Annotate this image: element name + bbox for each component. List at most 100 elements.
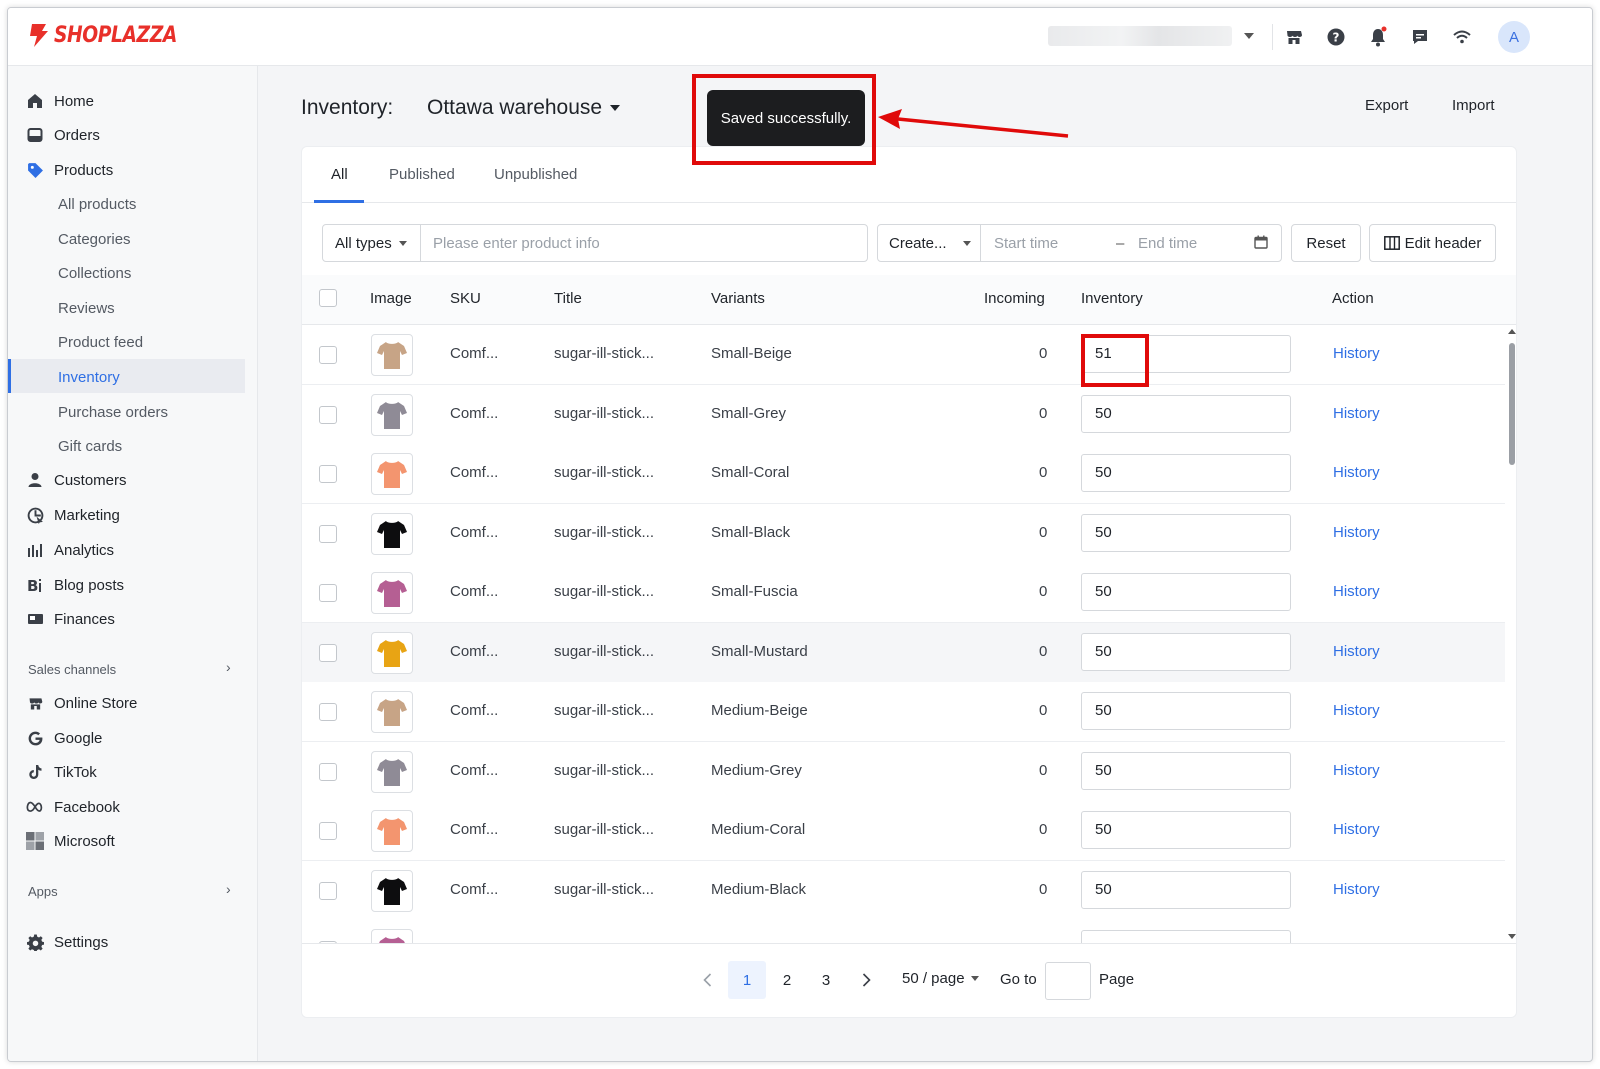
warehouse-selector[interactable]: Ottawa warehouse — [427, 96, 621, 120]
table-row[interactable]: Comf... sugar-ill-stick... Medium-Black 0 50… — [302, 860, 1505, 921]
sidebar-item-online-store[interactable]: Online Store — [26, 691, 137, 715]
product-thumbnail[interactable] — [371, 393, 413, 436]
calendar-icon[interactable] — [1254, 235, 1268, 253]
end-time-input[interactable]: End time — [1138, 235, 1197, 252]
row-checkbox[interactable] — [319, 643, 337, 662]
page-2-button[interactable]: 2 — [768, 961, 806, 999]
sidebar-subitem-reviews[interactable]: Reviews — [58, 296, 115, 320]
history-link[interactable]: History — [1333, 583, 1380, 600]
start-time-input[interactable]: Start time — [994, 235, 1058, 252]
title-cell[interactable]: sugar-ill-stick... — [554, 762, 654, 779]
date-field-select[interactable]: Create... — [877, 224, 981, 262]
title-cell[interactable]: sugar-ill-stick... — [554, 881, 654, 898]
history-link[interactable]: History — [1333, 821, 1380, 838]
avatar[interactable]: A — [1498, 21, 1530, 53]
table-row[interactable]: Comf... sugar-ill-stick... Medium-Beige 0 50… — [302, 682, 1505, 742]
history-link[interactable]: History — [1333, 702, 1380, 719]
reset-button[interactable]: Reset — [1291, 224, 1361, 262]
product-thumbnail[interactable] — [371, 691, 413, 733]
sidebar-subitem-categories[interactable]: Categories — [58, 227, 131, 251]
select-all-checkbox[interactable] — [319, 289, 337, 307]
sidebar-subitem-all-products[interactable]: All products — [58, 192, 136, 216]
sidebar-item-facebook[interactable]: Facebook — [26, 795, 120, 819]
sidebar-subitem-product-feed[interactable]: Product feed — [58, 330, 143, 354]
page-size-select[interactable]: 50 / page — [902, 970, 979, 987]
table-row[interactable]: Comf... sugar-ill-stick... Medium-Grey 0 50 H… — [302, 741, 1505, 802]
shoplazza-logo[interactable]: SHOPLAZZA — [28, 22, 199, 48]
scroll-down-icon[interactable] — [1508, 934, 1516, 939]
title-cell[interactable]: sugar-ill-stick... — [554, 524, 654, 541]
tab-all[interactable]: All — [331, 166, 348, 183]
product-thumbnail[interactable] — [371, 929, 413, 943]
product-thumbnail[interactable] — [371, 572, 413, 614]
inventory-input[interactable]: 50 — [1081, 692, 1291, 730]
inventory-input[interactable]: 50 — [1081, 751, 1291, 790]
product-thumbnail[interactable] — [371, 810, 413, 852]
sidebar-item-microsoft[interactable]: Microsoft — [26, 829, 115, 853]
inventory-input[interactable]: 50 — [1081, 870, 1291, 909]
apps-label[interactable]: Apps — [28, 884, 58, 899]
sidebar-item-products[interactable]: Products — [26, 158, 113, 182]
export-button[interactable]: Export — [1365, 97, 1408, 114]
title-cell[interactable]: sugar-ill-stick... — [554, 702, 654, 719]
page-3-button[interactable]: 3 — [807, 961, 845, 999]
tab-published[interactable]: Published — [389, 166, 455, 183]
row-checkbox[interactable] — [319, 346, 337, 364]
sidebar-item-settings[interactable]: Settings — [26, 930, 108, 954]
sidebar-item-marketing[interactable]: Marketing — [26, 503, 120, 527]
edit-header-button[interactable]: Edit header — [1369, 224, 1496, 262]
scroll-thumb[interactable] — [1509, 343, 1515, 465]
product-thumbnail[interactable] — [371, 512, 413, 555]
table-row[interactable] — [302, 920, 1505, 943]
table-row[interactable]: Comf... sugar-ill-stick... Medium-Coral 0 50… — [302, 801, 1505, 861]
sidebar-subitem-purchase-orders[interactable]: Purchase orders — [58, 400, 168, 424]
sidebar-subitem-collections[interactable]: Collections — [58, 261, 131, 285]
inventory-input[interactable]: 50 — [1081, 632, 1291, 671]
row-checkbox[interactable] — [319, 703, 337, 721]
product-thumbnail[interactable] — [371, 334, 413, 376]
sidebar-subitem-gift-cards[interactable]: Gift cards — [58, 434, 122, 458]
help-icon[interactable]: ? — [1324, 25, 1348, 49]
store-icon[interactable] — [1282, 25, 1306, 49]
history-link[interactable]: History — [1333, 762, 1380, 779]
inventory-input[interactable]: 50 — [1081, 811, 1291, 849]
sidebar-item-orders[interactable]: Orders — [26, 123, 100, 147]
product-thumbnail[interactable] — [371, 869, 413, 912]
type-select[interactable]: All types — [322, 224, 421, 262]
table-row[interactable]: Comf... sugar-ill-stick... Small-Mustard 0 5… — [302, 622, 1505, 683]
tab-unpublished[interactable]: Unpublished — [494, 166, 577, 183]
next-page-button[interactable] — [847, 961, 885, 999]
scroll-up-icon[interactable] — [1508, 329, 1516, 334]
title-cell[interactable]: sugar-ill-stick... — [554, 405, 654, 422]
table-scrollbar[interactable] — [1505, 325, 1516, 943]
row-checkbox[interactable] — [319, 405, 337, 424]
row-checkbox[interactable] — [319, 465, 337, 483]
wifi-icon[interactable] — [1450, 25, 1474, 49]
title-cell[interactable]: sugar-ill-stick... — [554, 821, 654, 838]
history-link[interactable]: History — [1333, 464, 1380, 481]
product-search-input[interactable]: Please enter product info — [420, 224, 868, 262]
import-button[interactable]: Import — [1452, 97, 1495, 114]
row-checkbox[interactable] — [319, 822, 337, 840]
chevron-right-icon[interactable]: › — [226, 659, 231, 675]
sales-channels-label[interactable]: Sales channels — [28, 662, 116, 677]
sidebar-item-customers[interactable]: Customers — [26, 468, 127, 492]
sidebar-item-home[interactable]: Home — [26, 89, 94, 113]
chevron-right-icon[interactable]: › — [226, 881, 231, 897]
store-selector[interactable] — [1048, 24, 1262, 48]
prev-page-button[interactable] — [688, 961, 726, 999]
sidebar-item-tiktok[interactable]: TikTok — [26, 760, 97, 784]
sidebar-item-blog-posts[interactable]: B Blog posts — [26, 573, 125, 597]
title-cell[interactable]: sugar-ill-stick... — [554, 345, 654, 362]
title-cell[interactable]: sugar-ill-stick... — [554, 643, 654, 660]
page-1-button[interactable]: 1 — [728, 961, 766, 999]
inventory-input[interactable]: 50 — [1081, 394, 1291, 433]
date-range-picker[interactable]: Start time – End time — [980, 224, 1282, 262]
history-link[interactable]: History — [1333, 643, 1380, 660]
product-thumbnail[interactable] — [371, 631, 413, 674]
row-checkbox[interactable] — [319, 881, 337, 900]
inventory-input[interactable] — [1081, 930, 1291, 943]
history-link[interactable]: History — [1333, 881, 1380, 898]
sidebar-subitem-inventory[interactable]: Inventory — [58, 365, 120, 389]
goto-page-input[interactable] — [1045, 962, 1091, 1000]
